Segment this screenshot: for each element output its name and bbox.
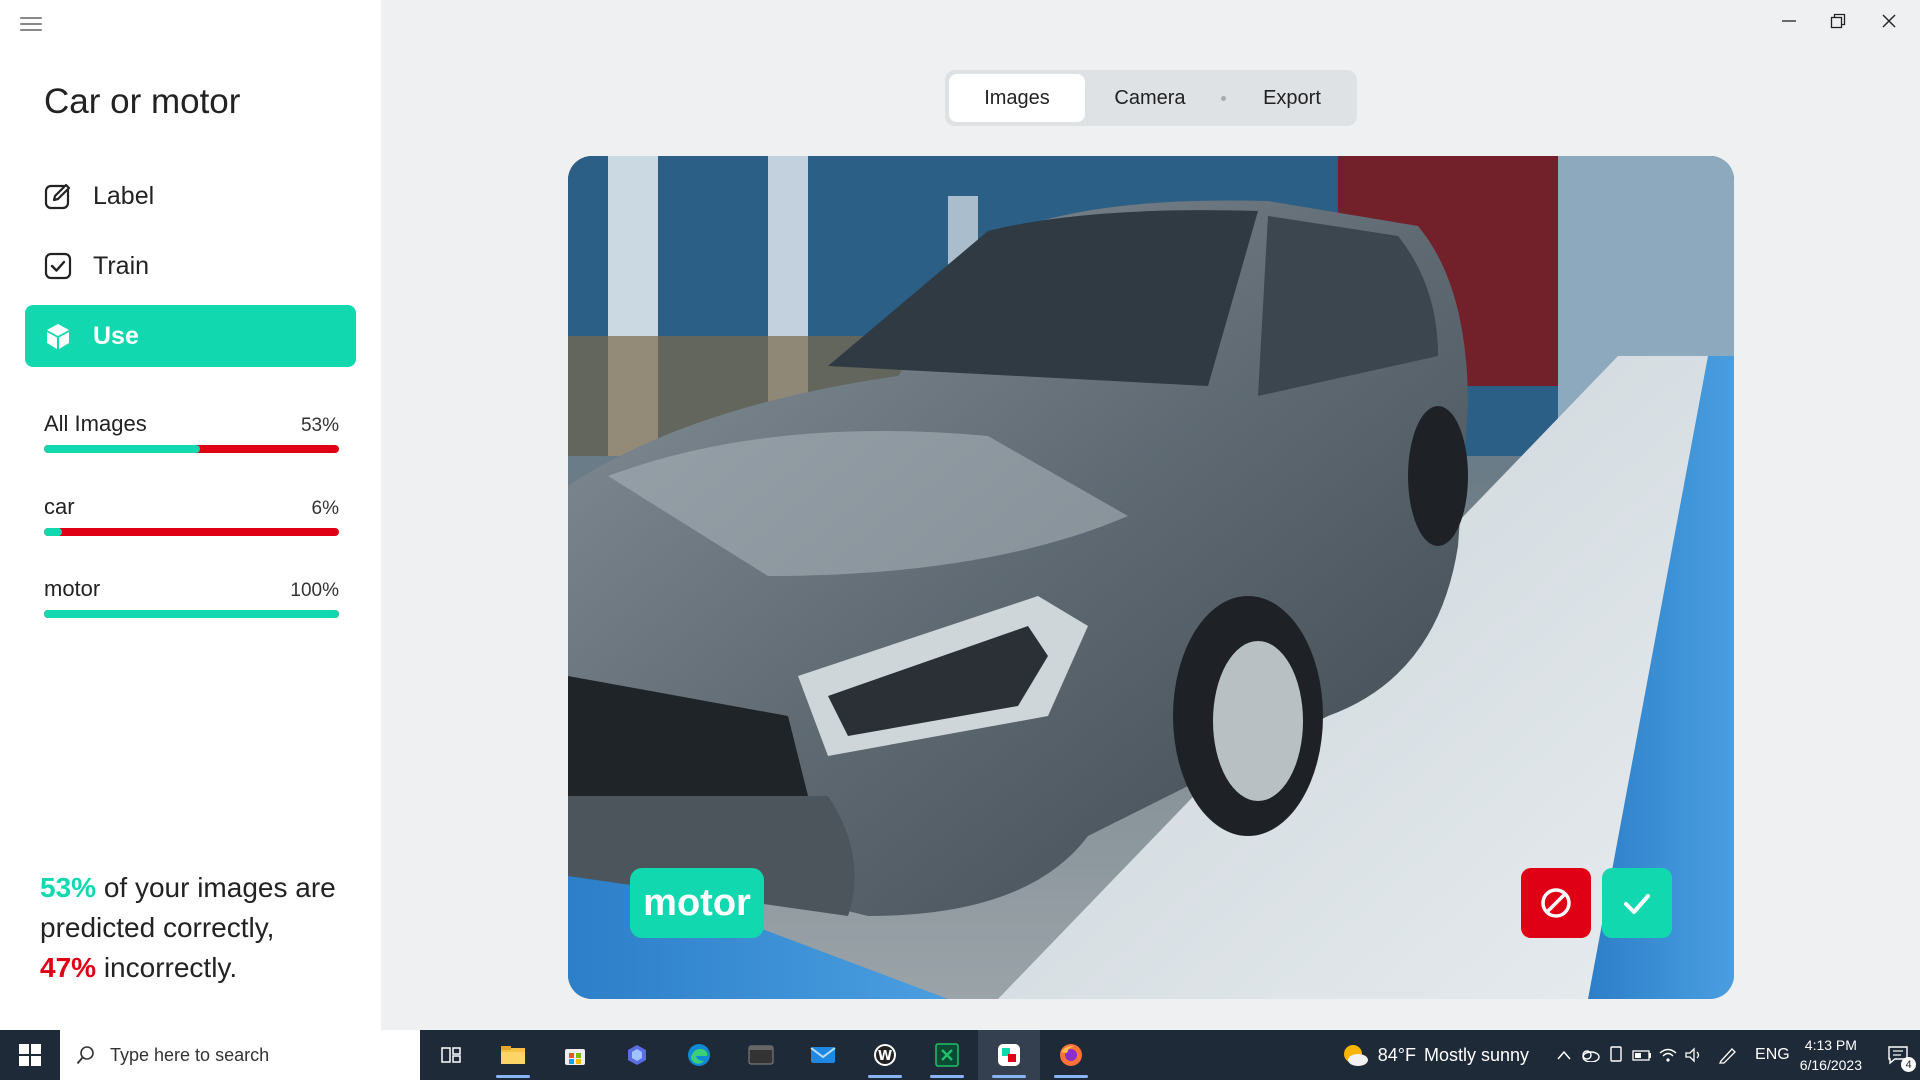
incorrect-percent: 47%	[40, 952, 97, 983]
cube-icon	[43, 321, 73, 351]
firefox-icon[interactable]	[1040, 1030, 1102, 1080]
summary-text-1: of your images are	[96, 872, 336, 903]
stat-label: car	[44, 494, 75, 519]
app-title: Car or motor	[44, 82, 241, 121]
accuracy-bar-fill	[44, 610, 339, 618]
terminal-icon[interactable]	[730, 1030, 792, 1080]
task-view-icon[interactable]	[420, 1030, 482, 1080]
minimize-icon[interactable]	[1772, 8, 1806, 34]
stat-percent: 53%	[300, 415, 339, 436]
accuracy-bar	[44, 610, 339, 618]
summary-text-2: predicted correctly,	[40, 912, 275, 943]
mail-icon[interactable]	[792, 1030, 854, 1080]
device-icon[interactable]	[1603, 1030, 1629, 1080]
taskbar-search-box[interactable]: Type here to search	[60, 1030, 420, 1080]
tab-camera[interactable]: Camera	[1085, 74, 1215, 122]
language-indicator[interactable]: ENG	[1755, 1046, 1790, 1064]
x-app-icon[interactable]	[916, 1030, 978, 1080]
restore-icon[interactable]	[1821, 8, 1855, 34]
accuracy-bar	[44, 445, 339, 453]
prediction-summary: 53% of your images are predicted correct…	[40, 868, 360, 988]
nav-item-label-text: Label	[93, 181, 155, 210]
stat-percent: 6%	[311, 498, 339, 519]
cloud-icon[interactable]	[1577, 1030, 1603, 1080]
start-button[interactable]	[0, 1030, 60, 1080]
stat-label: All Images	[44, 411, 147, 436]
accuracy-bar	[44, 528, 339, 536]
image-preview: motor	[568, 156, 1734, 999]
windows-taskbar: Type here to search W 84°F Mostly sunny	[0, 1030, 1920, 1080]
accuracy-bar-fill	[44, 528, 62, 536]
stat-all-images: All Images 53%	[44, 411, 339, 453]
nav-item-use[interactable]: Use	[25, 305, 356, 367]
edit-icon	[43, 181, 73, 211]
sun-cloud-icon	[1343, 1045, 1368, 1066]
close-icon[interactable]	[1872, 8, 1906, 34]
volume-icon[interactable]	[1681, 1030, 1707, 1080]
view-tabs: Images Camera Export	[945, 70, 1357, 126]
system-tray: 84°F Mostly sunny ENG 4:13 PM 6/16/2023 …	[1340, 1030, 1920, 1080]
stat-percent: 100%	[290, 580, 339, 601]
microsoft-store-icon[interactable]	[544, 1030, 606, 1080]
correct-percent: 53%	[40, 872, 97, 903]
stat-car: car 6%	[44, 494, 339, 536]
hamburger-menu-icon[interactable]	[20, 14, 42, 34]
svg-text:W: W	[878, 1049, 892, 1064]
prediction-label: motor	[630, 868, 764, 938]
chevron-up-icon[interactable]	[1551, 1030, 1577, 1080]
weather-temp: 84°F	[1377, 1044, 1416, 1065]
windows-logo-icon	[19, 1044, 41, 1066]
nav-item-train-text: Train	[93, 251, 150, 280]
tab-images[interactable]: Images	[949, 74, 1085, 122]
nav-item-use-text: Use	[93, 321, 139, 350]
tab-separator	[1221, 95, 1226, 101]
clock[interactable]: 4:13 PM 6/16/2023	[1800, 1035, 1862, 1075]
lobe-app-icon[interactable]	[978, 1030, 1040, 1080]
clock-time: 4:13 PM	[1804, 1037, 1857, 1053]
w-app-icon[interactable]: W	[854, 1030, 916, 1080]
nav-item-label[interactable]: Label	[25, 165, 356, 227]
checkmark-icon	[1624, 894, 1650, 914]
accuracy-bar-fill	[44, 445, 201, 453]
wifi-icon[interactable]	[1655, 1030, 1681, 1080]
search-placeholder: Type here to search	[110, 1044, 270, 1065]
clock-date: 6/16/2023	[1799, 1057, 1862, 1073]
battery-icon[interactable]	[1629, 1030, 1655, 1080]
stat-label: motor	[44, 576, 101, 601]
file-explorer-icon[interactable]	[482, 1030, 544, 1080]
sidebar: Car or motor Label Train Use All Images …	[0, 0, 381, 1030]
nav-item-train[interactable]: Train	[25, 235, 356, 297]
notification-center-icon[interactable]: 4	[1876, 1030, 1920, 1080]
tab-export[interactable]: Export	[1232, 74, 1352, 122]
copilot-icon[interactable]	[606, 1030, 668, 1080]
stat-motor: motor 100%	[44, 576, 339, 618]
prohibited-icon	[1541, 888, 1571, 918]
edge-icon[interactable]	[668, 1030, 730, 1080]
pen-icon[interactable]	[1715, 1030, 1741, 1080]
search-icon	[76, 1046, 94, 1065]
summary-text-3: incorrectly.	[96, 952, 238, 983]
mark-incorrect-button[interactable]	[1521, 868, 1591, 938]
mark-correct-button[interactable]	[1602, 868, 1672, 938]
notification-count: 4	[1901, 1057, 1916, 1072]
weather-condition: Mostly sunny	[1423, 1044, 1530, 1065]
check-square-icon	[43, 251, 73, 281]
weather-widget[interactable]: 84°F Mostly sunny	[1340, 1042, 1529, 1068]
